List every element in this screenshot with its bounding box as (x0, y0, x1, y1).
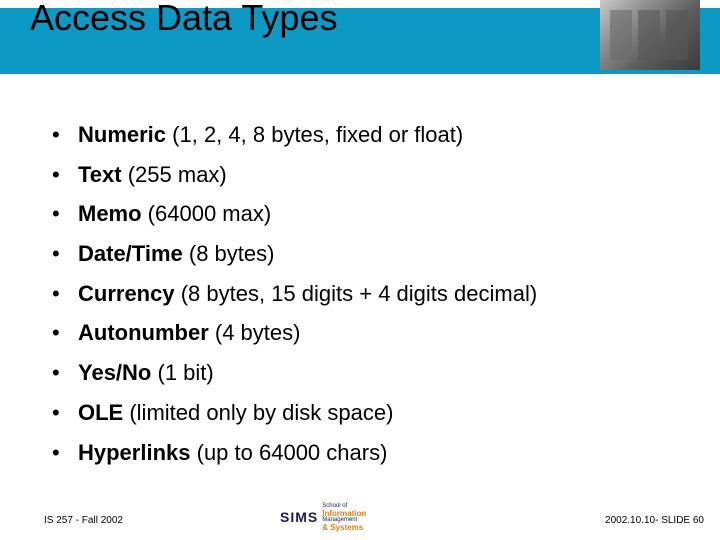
bullet-rest: (1, 2, 4, 8 bytes, fixed or float) (166, 122, 463, 147)
bullet-bold: Text (78, 162, 122, 187)
bullet-rest: (8 bytes) (183, 241, 275, 266)
bullet-bold: Yes/No (78, 360, 151, 385)
bullet-bold: Currency (78, 281, 175, 306)
slide: Access Data Types Numeric (1, 2, 4, 8 by… (0, 0, 720, 540)
bullet-rest: (255 max) (122, 162, 227, 187)
list-item: Hyperlinks (up to 64000 chars) (50, 438, 680, 468)
list-item: Text (255 max) (50, 160, 680, 190)
list-item: Date/Time (8 bytes) (50, 239, 680, 269)
footer-left-text: IS 257 - Fall 2002 (44, 515, 123, 526)
footer: IS 257 - Fall 2002 SIMS School of Inform… (0, 506, 720, 526)
slide-body: Numeric (1, 2, 4, 8 bytes, fixed or floa… (50, 120, 680, 477)
bullet-bold: Memo (78, 201, 142, 226)
logo-stack: School of Information Management & Syste… (322, 503, 366, 531)
list-item: Autonumber (4 bytes) (50, 318, 680, 348)
logo-line2: Information (322, 510, 366, 517)
bullet-bold: Numeric (78, 122, 166, 147)
title-decor-photo (600, 0, 700, 70)
slide-title: Access Data Types (30, 0, 337, 36)
list-item: Memo (64000 max) (50, 199, 680, 229)
list-item: Numeric (1, 2, 4, 8 bytes, fixed or floa… (50, 120, 680, 150)
logo-sims-text: SIMS (280, 509, 318, 525)
bullet-rest: (64000 max) (142, 201, 272, 226)
bullet-bold: OLE (78, 400, 123, 425)
list-item: OLE (limited only by disk space) (50, 398, 680, 428)
logo-line4: & Systems (322, 524, 366, 531)
bullet-rest: (limited only by disk space) (123, 400, 393, 425)
footer-right-text: 2002.10.10- SLIDE 60 (605, 515, 704, 526)
footer-logo: SIMS School of Information Management & … (280, 506, 440, 528)
bullet-bold: Hyperlinks (78, 440, 191, 465)
list-item: Currency (8 bytes, 15 digits + 4 digits … (50, 279, 680, 309)
bullet-rest: (8 bytes, 15 digits + 4 digits decimal) (175, 281, 538, 306)
bullet-rest: (4 bytes) (209, 320, 301, 345)
bullet-rest: (1 bit) (151, 360, 213, 385)
list-item: Yes/No (1 bit) (50, 358, 680, 388)
bullet-bold: Autonumber (78, 320, 209, 345)
bullet-list: Numeric (1, 2, 4, 8 bytes, fixed or floa… (50, 120, 680, 467)
bullet-rest: (up to 64000 chars) (191, 440, 388, 465)
bullet-bold: Date/Time (78, 241, 183, 266)
